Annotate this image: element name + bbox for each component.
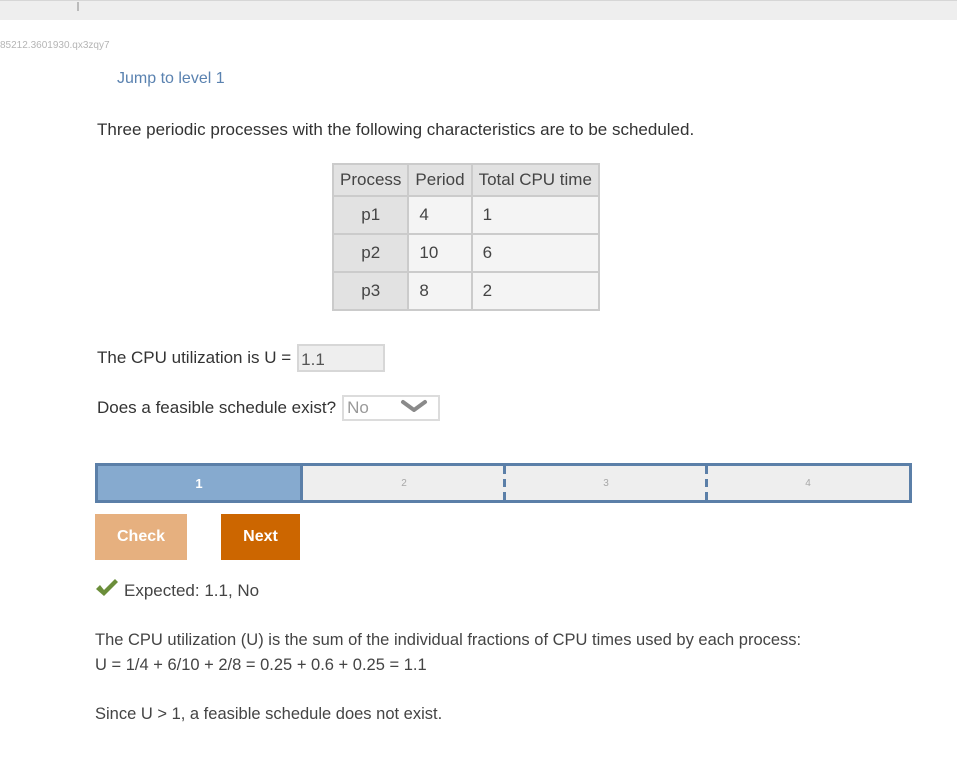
- header-process: Process: [331, 163, 410, 197]
- explanation-line-1: The CPU utilization (U) is the sum of th…: [95, 631, 802, 649]
- process-name: p3: [331, 271, 410, 311]
- table-header-row: Process Period Total CPU time: [331, 163, 600, 197]
- header-cpu-time: Total CPU time: [470, 163, 600, 197]
- level-2[interactable]: 2: [303, 466, 505, 500]
- utilization-label: The CPU utilization is U =: [97, 348, 292, 367]
- header-period: Period: [407, 163, 473, 197]
- feasible-question: Does a feasible schedule exist? No: [97, 395, 441, 421]
- jump-to-level-link[interactable]: Jump to level 1: [117, 70, 225, 88]
- level-1[interactable]: 1: [98, 466, 303, 500]
- top-bar: [0, 0, 957, 20]
- checkmark-icon: [95, 578, 124, 603]
- table-row: p1 4 1: [331, 195, 600, 235]
- utilization-input[interactable]: [297, 344, 386, 372]
- level-progress-bar: 1 2 3 4: [95, 463, 912, 503]
- process-cpu-time: 1: [470, 195, 600, 235]
- process-period: 4: [407, 195, 473, 235]
- activity-id: 85212.3601930.qx3zqy7: [0, 40, 110, 51]
- scrollbar-thumb[interactable]: [77, 2, 79, 11]
- explanation: The CPU utilization (U) is the sum of th…: [95, 628, 801, 727]
- chevron-down-icon: [400, 398, 428, 418]
- process-name: p1: [331, 195, 410, 235]
- explanation-line-3: Since U > 1, a feasible schedule does no…: [95, 705, 443, 723]
- process-period: 8: [407, 271, 473, 311]
- feasible-selected-value: No: [347, 398, 369, 417]
- process-period: 10: [407, 233, 473, 273]
- next-button[interactable]: Next: [221, 514, 300, 560]
- feedback-expected: Expected: 1.1, No: [95, 578, 259, 603]
- level-3[interactable]: 3: [503, 466, 707, 500]
- feasible-label: Does a feasible schedule exist?: [97, 398, 337, 417]
- table-row: p3 8 2: [331, 271, 600, 311]
- process-cpu-time: 6: [470, 233, 600, 273]
- table-row: p2 10 6: [331, 233, 600, 273]
- feasible-select[interactable]: No: [342, 395, 441, 421]
- process-name: p2: [331, 233, 410, 273]
- process-cpu-time: 2: [470, 271, 600, 311]
- explanation-line-2: U = 1/4 + 6/10 + 2/8 = 0.25 + 0.6 + 0.25…: [95, 656, 427, 674]
- problem-intro: Three periodic processes with the follow…: [97, 120, 695, 139]
- check-button[interactable]: Check: [95, 514, 187, 560]
- process-table: Process Period Total CPU time p1 4 1 p2 …: [331, 163, 600, 311]
- level-4[interactable]: 4: [705, 466, 909, 500]
- utilization-question: The CPU utilization is U =: [97, 344, 386, 372]
- expected-text: Expected: 1.1, No: [124, 580, 260, 600]
